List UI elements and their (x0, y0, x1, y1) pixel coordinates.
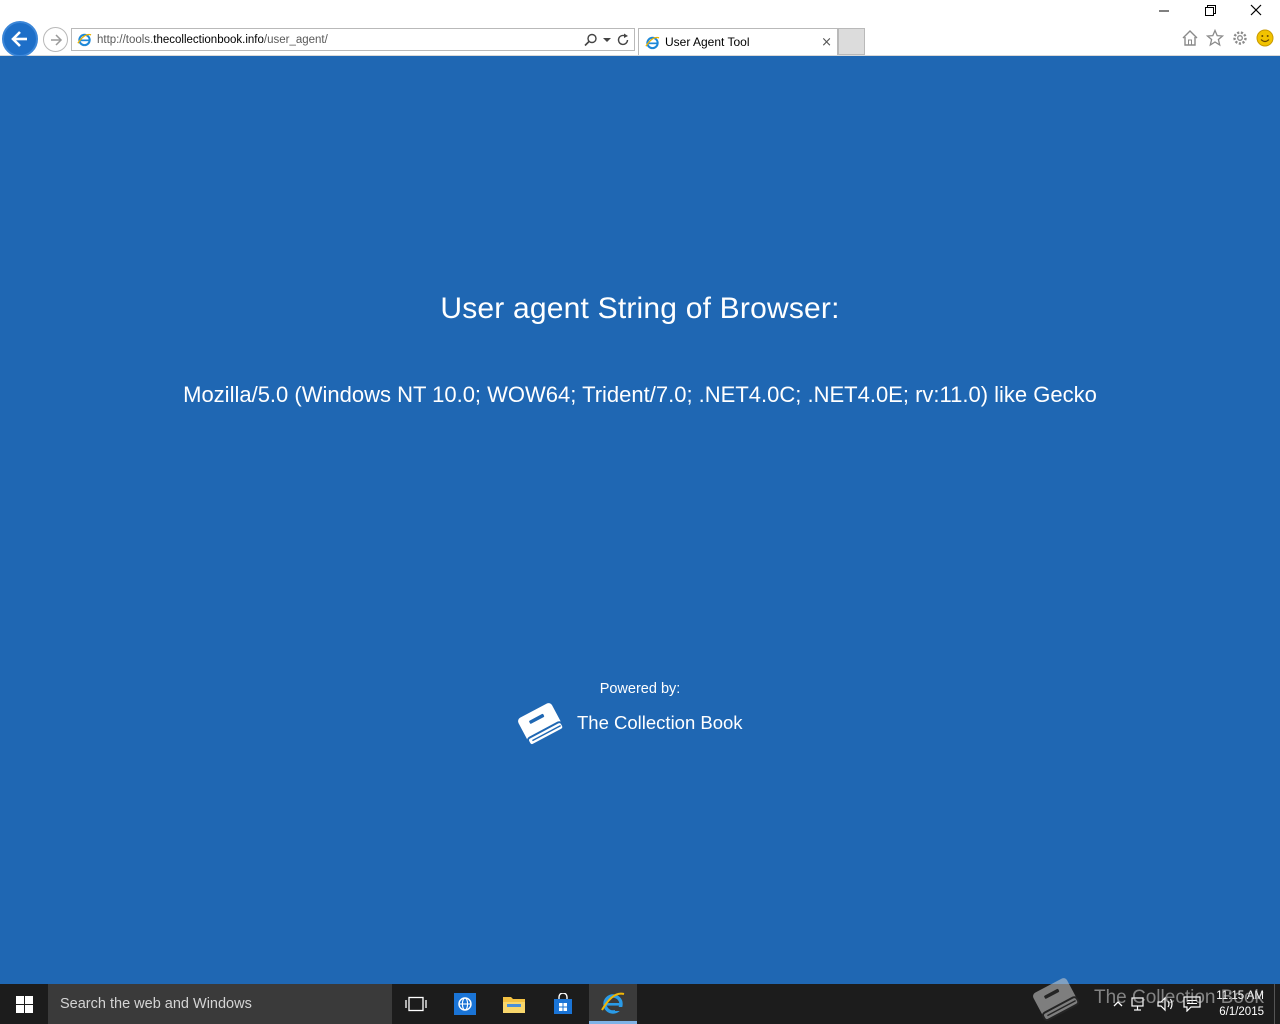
toolbar-icons (1181, 29, 1274, 47)
home-icon[interactable] (1181, 29, 1199, 47)
taskbar-search-box[interactable]: Search the web and Windows (48, 984, 392, 1024)
store-bag-icon (554, 993, 572, 1014)
taskbar-app-network[interactable] (441, 984, 489, 1024)
restore-icon (1204, 4, 1216, 16)
minimize-icon (1158, 10, 1169, 11)
watermark: The Collection Book (1028, 974, 1264, 1022)
ie-tab-icon (645, 36, 660, 49)
address-tools (584, 31, 630, 49)
brand-name: The Collection Book (577, 712, 743, 733)
show-desktop-button[interactable] (1274, 984, 1280, 1024)
refresh-icon[interactable] (616, 33, 630, 47)
watermark-text: The Collection Book (1094, 987, 1265, 1008)
tab-user-agent-tool[interactable]: User Agent Tool × (638, 28, 838, 55)
arrow-right-icon (50, 33, 62, 46)
brand-link[interactable]: The Collection Book (513, 699, 743, 747)
address-bar[interactable]: http://tools.thecollectionbook.info/user… (71, 28, 635, 51)
search-icon[interactable] (584, 33, 598, 47)
tab-close-button[interactable]: × (821, 35, 832, 50)
ie-page-icon (77, 33, 92, 47)
star-icon[interactable] (1206, 29, 1224, 47)
search-placeholder: Search the web and Windows (60, 996, 252, 1012)
arrow-left-icon (11, 31, 27, 47)
dropdown-chevron-icon[interactable] (603, 36, 611, 44)
browser-chrome: http://tools.thecollectionbook.info/user… (0, 0, 1280, 57)
new-tab-button[interactable] (838, 28, 865, 55)
globe-app-icon (454, 993, 476, 1015)
url-text: http://tools.thecollectionbook.info/user… (97, 33, 328, 46)
close-window-button[interactable] (1233, 0, 1279, 20)
back-button[interactable] (2, 21, 38, 57)
task-view-icon (405, 996, 427, 1012)
powered-by-label: Powered by: (599, 681, 681, 697)
taskbar-app-file-explorer[interactable] (490, 984, 538, 1024)
restore-button[interactable] (1187, 0, 1233, 20)
page-heading: User agent String of Browser: (440, 292, 840, 325)
taskbar-app-store[interactable] (539, 984, 587, 1024)
tab-title: User Agent Tool (665, 35, 750, 49)
internet-explorer-icon (601, 992, 625, 1014)
book-icon (518, 703, 565, 746)
minimize-button[interactable] (1141, 0, 1187, 20)
close-icon (1250, 4, 1262, 16)
gear-icon[interactable] (1231, 29, 1249, 47)
start-button[interactable] (0, 984, 48, 1024)
folder-icon (503, 997, 525, 1013)
taskbar-app-internet-explorer[interactable] (589, 984, 637, 1024)
user-agent-string: Mozilla/5.0 (Windows NT 10.0; WOW64; Tri… (183, 382, 1097, 407)
page-content: User agent String of Browser: Mozilla/5.… (0, 56, 1280, 984)
smiley-feedback-icon[interactable] (1256, 29, 1274, 47)
book-watermark-icon (1033, 978, 1080, 1021)
task-view-button[interactable] (392, 984, 440, 1024)
forward-button[interactable] (43, 27, 68, 52)
windows-logo-icon (15, 995, 33, 1013)
